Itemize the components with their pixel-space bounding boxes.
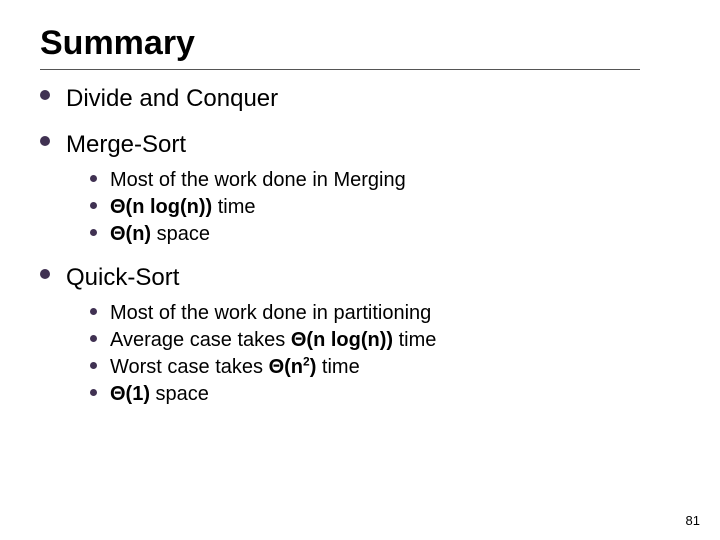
sub-bullet-text: Θ(1) space xyxy=(110,383,209,405)
sub-bullet-text: Θ(n log(n)) time xyxy=(110,196,256,218)
bullet-text: Divide and Conquer xyxy=(66,85,278,112)
bullet-list: Divide and Conquer Merge-Sort Most of the … xyxy=(40,84,680,407)
bullet-icon xyxy=(90,202,97,209)
bullet-text: Merge-Sort xyxy=(66,131,186,158)
sub-bullet-item: Most of the work done in Merging xyxy=(90,168,680,193)
bullet-item: Divide and Conquer xyxy=(40,84,680,114)
slide-title: Summary xyxy=(40,24,680,63)
sub-bullet-text: Worst case takes Θ(n2) time xyxy=(110,356,360,378)
sub-bullet-item: Θ(n log(n)) time xyxy=(90,195,680,220)
sub-bullet-item: Average case takes Θ(n log(n)) time xyxy=(90,328,680,353)
bullet-icon xyxy=(90,229,97,236)
bullet-icon xyxy=(90,175,97,182)
page-number: 81 xyxy=(686,513,700,528)
slide: Summary Divide and Conquer Merge-Sort Most… xyxy=(0,0,720,540)
sub-bullet-item: Worst case takes Θ(n2) time xyxy=(90,355,680,380)
bullet-icon xyxy=(40,90,50,100)
sub-bullet-item: Most of the work done in partitioning xyxy=(90,301,680,326)
sub-bullet-text: Most of the work done in partitioning xyxy=(110,302,431,324)
bullet-icon xyxy=(90,389,97,396)
sub-bullet-text: Θ(n) space xyxy=(110,223,210,245)
sub-bullet-text: Average case takes Θ(n log(n)) time xyxy=(110,329,436,351)
bullet-item: Quick-Sort Most of the work done in parti… xyxy=(40,263,680,407)
sub-bullet-list: Most of the work done in partitioning Ave… xyxy=(90,301,680,407)
bullet-item: Merge-Sort Most of the work done in Mergi… xyxy=(40,130,680,247)
bullet-icon xyxy=(40,136,50,146)
bullet-icon xyxy=(90,335,97,342)
bullet-icon xyxy=(40,269,50,279)
bullet-icon xyxy=(90,362,97,369)
bullet-text: Quick-Sort xyxy=(66,264,179,291)
sub-bullet-item: Θ(n) space xyxy=(90,222,680,247)
sub-bullet-text: Most of the work done in Merging xyxy=(110,169,406,191)
title-underline xyxy=(40,69,640,70)
sub-bullet-item: Θ(1) space xyxy=(90,382,680,407)
sub-bullet-list: Most of the work done in Merging Θ(n log(… xyxy=(90,168,680,247)
bullet-icon xyxy=(90,308,97,315)
